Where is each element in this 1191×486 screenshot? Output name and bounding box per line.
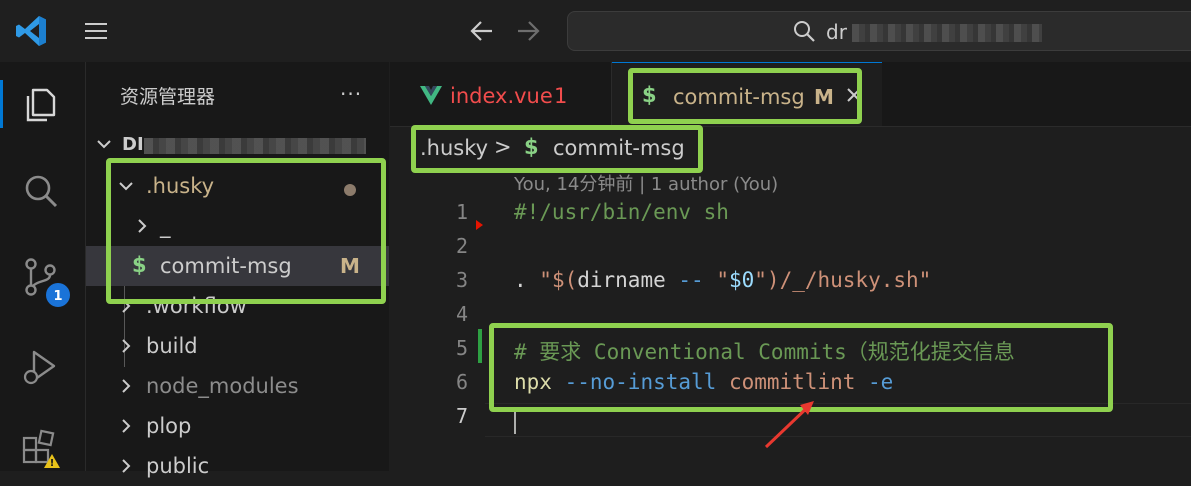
search-icon [794,21,815,42]
code-line-3: . "$(dirname -- "$0")/_/husky.sh" [514,268,931,292]
svg-text:!: ! [50,458,55,469]
git-blame-codelens[interactable]: You, 14分钟前 | 1 author (You) [514,170,778,196]
line-number: 1 [455,200,468,224]
tree-item-label: public [146,454,210,478]
workspace-name-redacted [144,138,366,154]
back-arrow-icon[interactable] [468,18,496,44]
text-cursor [514,409,516,434]
extensions-icon[interactable]: ! [18,424,64,470]
tree-item-public[interactable]: public [86,446,389,486]
workspace-root-label: DI [122,134,144,155]
problems-count: 1 [554,84,568,108]
vscode-logo-icon[interactable] [14,14,48,48]
line-number: 3 [455,268,468,292]
search-icon[interactable] [18,168,64,214]
chevron-right-icon [122,379,131,393]
tree-item-build[interactable]: build [86,326,389,366]
tree-item-node-modules[interactable]: node_modules [86,366,389,406]
code-token: . [514,268,540,292]
tree-item-label: node_modules [146,374,299,398]
run-debug-icon[interactable] [18,344,64,390]
code-token: dirname [577,268,666,292]
tree-item-label: build [146,334,198,358]
code-line-1: #!/usr/bin/env sh [514,200,729,224]
code-token: " [716,268,729,292]
activity-bar: 1 ! [0,62,86,471]
chevron-right-icon [122,339,131,353]
code-token: -- [665,268,717,292]
git-added-gutter [478,329,482,363]
line-number: 7 [455,404,468,428]
current-line-border [485,436,1191,437]
source-control-badge: 1 [44,281,72,309]
code-token: "$( [539,268,578,292]
chevron-right-icon [122,419,131,433]
code-token: ")/_/husky.sh" [754,268,932,292]
menu-icon[interactable] [84,20,108,42]
active-indicator [0,80,3,128]
deleted-lines-marker [476,220,483,230]
command-center-search[interactable]: dr [567,11,1191,51]
line-number: 5 [455,336,468,360]
search-text-redacted [852,24,1042,42]
chevron-right-icon [122,459,131,473]
tree-item-label: plop [146,414,192,438]
highlight-box-explorer [106,158,386,304]
title-bar: dr [0,0,1191,62]
annotation-arrow-icon [764,401,814,449]
tree-item-plop[interactable]: plop [86,406,389,446]
forward-arrow-icon[interactable] [514,18,542,44]
chevron-down-icon [97,140,111,149]
line-number: 6 [455,370,468,394]
highlight-box-breadcrumb [411,125,703,173]
line-number: 4 [455,302,468,326]
line-number: 2 [455,234,468,258]
tab-index-vue[interactable]: index.vue 1 [390,62,612,126]
tab-label: index.vue [450,84,553,108]
explorer-title: 资源管理器 [120,86,216,108]
vue-icon [420,86,442,105]
code-token: $0 [728,268,755,292]
highlight-box-tab [628,68,862,124]
explorer-files-icon[interactable] [18,82,64,128]
more-actions-button[interactable]: ··· [340,82,362,106]
search-text: dr [826,20,847,44]
